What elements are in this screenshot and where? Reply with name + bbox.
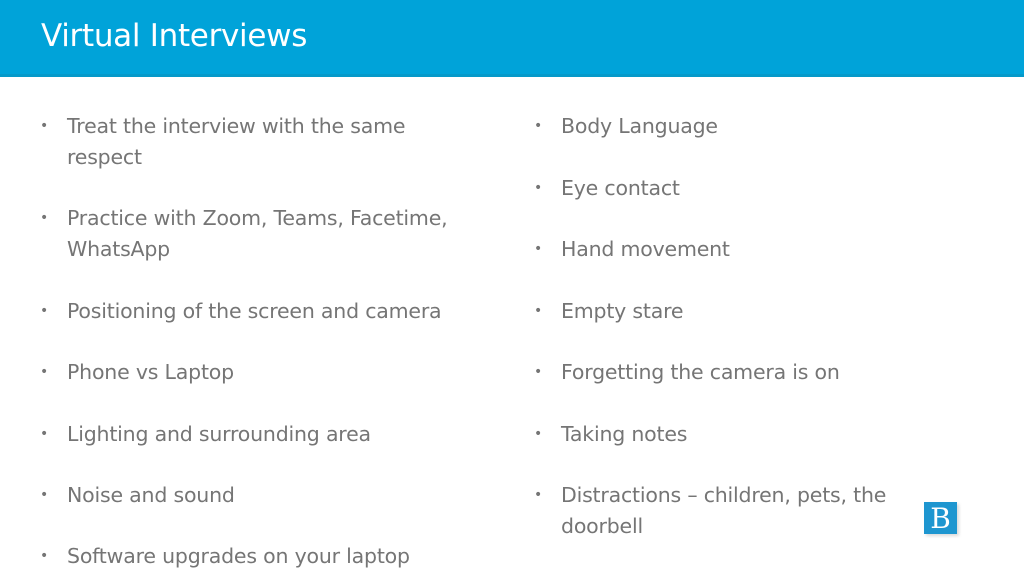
bullet-icon: • [534, 426, 543, 442]
bullet-icon: • [534, 487, 543, 503]
left-bullet-1: • Treat the interview with the same resp… [40, 111, 406, 173]
bullet-text: Body Language [561, 114, 718, 138]
bullet-icon: • [40, 426, 49, 442]
bullet-icon: • [534, 180, 543, 196]
right-bullet-5: • Forgetting the camera is on [534, 357, 840, 388]
bullet-text: Lighting and surrounding area [67, 422, 371, 446]
left-bullet-5: • Lighting and surrounding area [40, 419, 371, 450]
bullet-text: Distractions – children, pets, the [561, 483, 887, 507]
bullet-icon: • [40, 548, 49, 564]
bullet-text: WhatsApp [67, 237, 170, 261]
left-bullet-4: • Phone vs Laptop [40, 357, 234, 388]
title-bar: Virtual Interviews [0, 0, 1024, 77]
bullet-text: Positioning of the screen and camera [67, 299, 442, 323]
bullet-icon: • [40, 303, 49, 319]
bullet-icon: • [534, 303, 543, 319]
right-bullet-1: • Body Language [534, 111, 718, 142]
right-bullet-4: • Empty stare [534, 296, 684, 327]
left-bullet-3: • Positioning of the screen and camera [40, 296, 442, 327]
bullet-text: Taking notes [561, 422, 688, 446]
bullet-text: Forgetting the camera is on [561, 360, 840, 384]
bullet-icon: • [40, 118, 49, 134]
right-bullet-2: • Eye contact [534, 173, 680, 204]
bullet-icon: • [40, 364, 49, 380]
bullet-icon: • [534, 364, 543, 380]
bullet-text: Treat the interview with the same [67, 114, 406, 138]
left-bullet-2: • Practice with Zoom, Teams, Facetime, W… [40, 203, 448, 265]
bullet-text: Eye contact [561, 176, 680, 200]
bullet-icon: • [534, 241, 543, 257]
bullet-icon: • [534, 118, 543, 134]
brand-logo-icon: B [924, 502, 957, 535]
right-bullet-3: • Hand movement [534, 234, 730, 265]
bullet-text: Hand movement [561, 237, 730, 261]
bullet-icon: • [40, 487, 49, 503]
bullet-text: Software upgrades on your laptop [67, 544, 410, 568]
left-bullet-7: • Software upgrades on your laptop [40, 541, 410, 572]
bullet-text: Empty stare [561, 299, 684, 323]
bullet-text: doorbell [561, 514, 643, 538]
bullet-text: respect [67, 145, 142, 169]
bullet-text: Noise and sound [67, 483, 235, 507]
left-bullet-6: • Noise and sound [40, 480, 235, 511]
slide-title: Virtual Interviews [41, 18, 308, 54]
right-bullet-7: • Distractions – children, pets, the doo… [534, 480, 887, 542]
bullet-icon: • [40, 210, 49, 226]
bullet-text: Phone vs Laptop [67, 360, 234, 384]
bullet-text: Practice with Zoom, Teams, Facetime, [67, 206, 448, 230]
right-bullet-6: • Taking notes [534, 419, 688, 450]
